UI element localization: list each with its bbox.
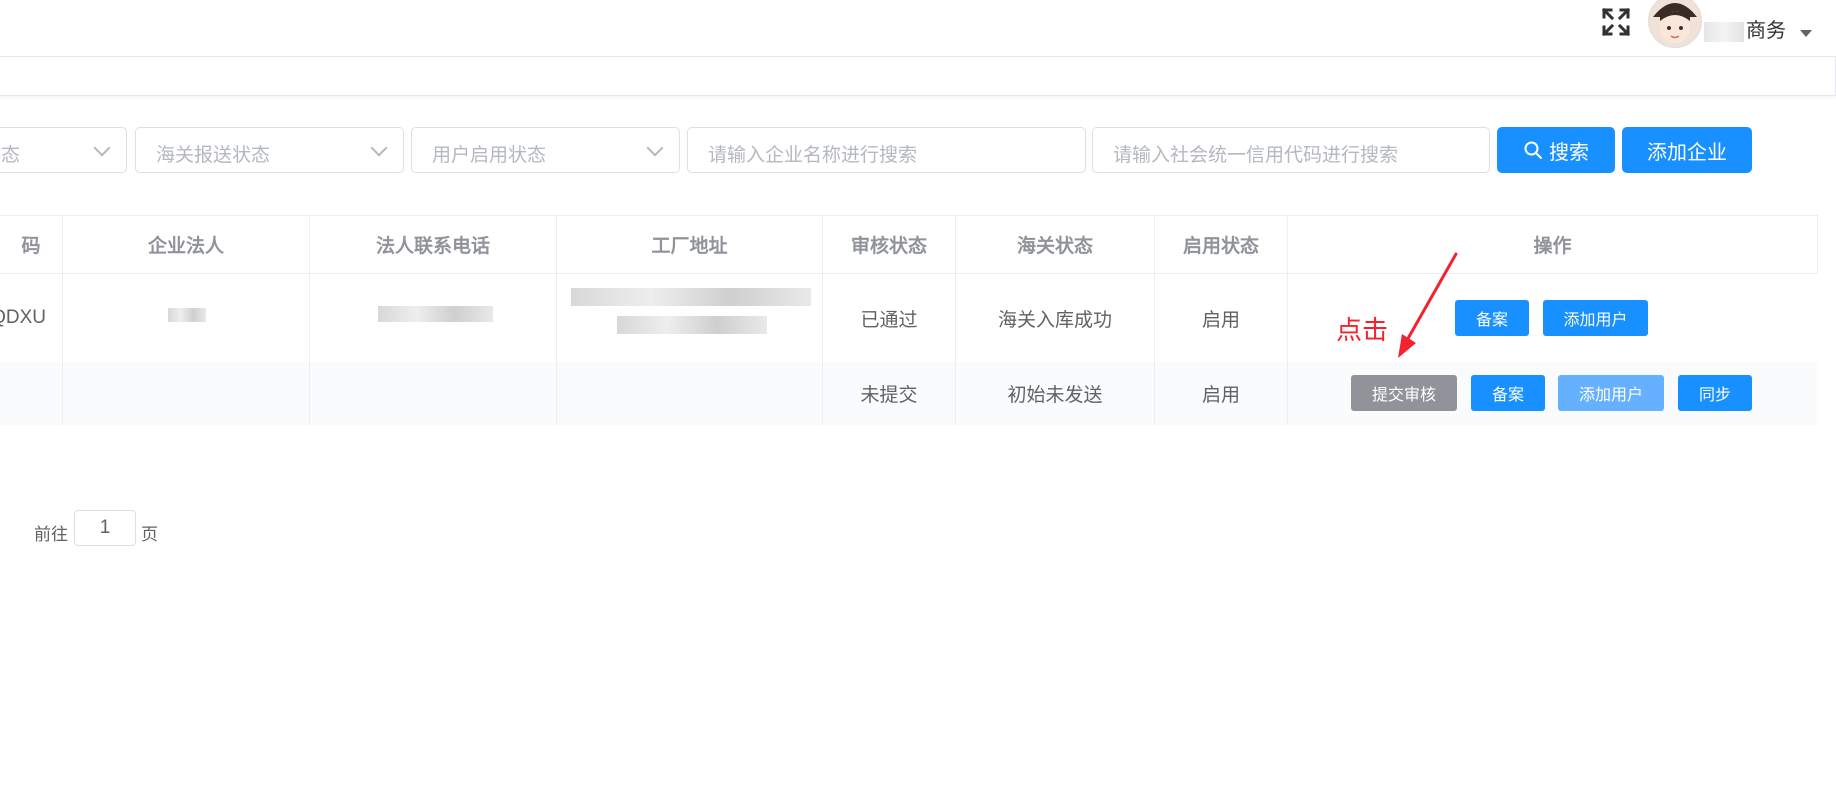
credit-code-search-input[interactable]: 请输入社会统一信用代码进行搜索: [1092, 127, 1490, 173]
cell-review-status: 已通过: [823, 274, 956, 362]
pagination-page-unit: 页: [141, 525, 158, 544]
sync-button[interactable]: 同步: [1678, 375, 1752, 411]
column-header-legal-phone: 法人联系电话: [310, 216, 557, 274]
user-avatar[interactable]: [1648, 0, 1702, 48]
redacted-address-line1: [571, 288, 811, 306]
submit-review-button[interactable]: 提交审核: [1351, 375, 1457, 411]
cell-review-status: 未提交: [823, 362, 956, 425]
table-row: QDXU 已通过 海关入库成功 启用 备案 添加用户: [0, 274, 1818, 363]
search-button[interactable]: 搜索: [1497, 127, 1615, 173]
pagination-goto-label: 前往: [34, 525, 68, 544]
cell-legal-person: [63, 362, 310, 425]
username-redacted: [1704, 21, 1744, 42]
chevron-down-icon: [646, 139, 664, 157]
annotation-label: 点击: [1336, 315, 1389, 345]
column-header-legal-person: 企业法人: [63, 216, 310, 274]
cell-legal-phone: [310, 362, 557, 425]
avatar-icon: [1649, 0, 1701, 47]
customs-report-status-select[interactable]: 海关报送状态: [135, 127, 404, 173]
column-header-enable-status: 启用状态: [1155, 216, 1288, 274]
redacted-address-line2: [617, 316, 767, 334]
cell-factory-address: [557, 274, 823, 362]
customs-report-status-placeholder: 海关报送状态: [156, 145, 271, 166]
table-row: 未提交 初始未发送 启用 提交审核 备案 添加用户 同步: [0, 362, 1818, 425]
cell-factory-address: [557, 362, 823, 425]
chevron-down-icon: [93, 139, 111, 157]
cell-code: QDXU: [0, 274, 63, 362]
cell-actions: 提交审核 备案 添加用户 同步: [1288, 362, 1817, 425]
company-table: 码 企业法人 法人联系电话 工厂地址 审核状态 海关状态 启用状态 操作 QDX…: [0, 215, 1818, 425]
record-button[interactable]: 备案: [1455, 300, 1529, 336]
add-company-button[interactable]: 添加企业: [1622, 127, 1752, 173]
column-header-code: 码: [0, 216, 63, 274]
fullscreen-icon[interactable]: [1600, 6, 1632, 38]
search-icon: [1524, 141, 1542, 159]
chevron-down-icon: [370, 139, 388, 157]
cell-enable-status: 启用: [1155, 362, 1288, 425]
cell-customs-status: 海关入库成功: [956, 274, 1155, 362]
add-user-button[interactable]: 添加用户: [1558, 375, 1664, 411]
top-navbar: 商务: [0, 0, 1836, 56]
column-header-customs-status: 海关状态: [956, 216, 1155, 274]
caret-down-icon[interactable]: [1800, 30, 1812, 37]
user-enable-status-placeholder: 用户启用状态: [432, 145, 547, 166]
redacted-legal-person: [168, 308, 206, 322]
user-enable-status-select[interactable]: 用户启用状态: [411, 127, 680, 173]
username[interactable]: 商务: [1704, 14, 1786, 43]
search-button-label: 搜索: [1549, 141, 1589, 164]
tags-view-bar: [0, 56, 1836, 96]
record-button[interactable]: 备案: [1471, 375, 1545, 411]
status-select[interactable]: 态: [0, 127, 127, 173]
cell-legal-person: [63, 274, 310, 362]
column-header-factory-address: 工厂地址: [557, 216, 823, 274]
cell-customs-status: 初始未发送: [956, 362, 1155, 425]
pagination-page-input[interactable]: 1: [74, 510, 136, 546]
company-name-search-input[interactable]: 请输入企业名称进行搜索: [687, 127, 1086, 173]
cell-code: [0, 362, 63, 425]
credit-code-search-placeholder: 请输入社会统一信用代码进行搜索: [1113, 145, 1399, 166]
status-select-placeholder: 态: [1, 145, 21, 166]
username-suffix: 商务: [1746, 20, 1786, 42]
company-name-search-placeholder: 请输入企业名称进行搜索: [708, 145, 918, 166]
annotation-arrow-icon: [1398, 252, 1458, 358]
cell-legal-phone: [310, 274, 557, 362]
column-header-review-status: 审核状态: [823, 216, 956, 274]
cell-enable-status: 启用: [1155, 274, 1288, 362]
add-company-button-label: 添加企业: [1647, 141, 1727, 164]
redacted-legal-phone: [378, 306, 493, 322]
column-header-actions: 操作: [1288, 216, 1817, 274]
add-user-button[interactable]: 添加用户: [1543, 300, 1648, 336]
